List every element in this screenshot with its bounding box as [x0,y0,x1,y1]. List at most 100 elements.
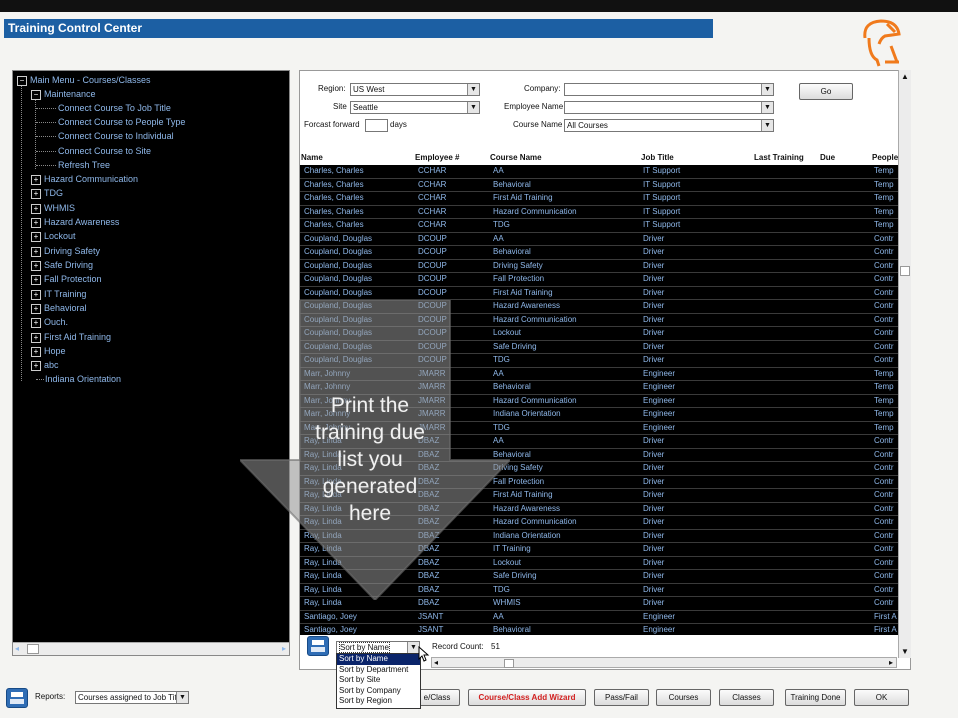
expand-icon[interactable]: + [31,174,41,185]
sort-options-list[interactable]: Sort by Name Sort by Department Sort by … [336,653,421,709]
tree-item-tdg[interactable]: + TDG [31,186,63,200]
chevron-down-icon[interactable]: ▼ [467,84,479,95]
reports-print-icon[interactable] [6,688,28,708]
sort-option-name[interactable]: Sort by Name [337,654,420,665]
tree-item-whmis[interactable]: + WHMIS [31,201,75,215]
sort-option-company[interactable]: Sort by Company [337,686,420,697]
tree-item-it-training[interactable]: + IT Training [31,287,86,301]
scroll-right-icon[interactable]: ▸ [282,644,286,653]
table-row[interactable]: Coupland, Douglas DCOUP TDG Driver Contr [300,354,898,368]
tree-item-indiana-orientation[interactable]: Indiana Orientation [45,372,121,386]
expand-icon[interactable]: + [31,203,41,214]
expand-icon[interactable]: + [31,231,41,242]
tree-root[interactable]: − Main Menu - Courses/Classes [17,73,151,87]
table-row[interactable]: Coupland, Douglas DCOUP Fall Protection Dri… [300,273,898,287]
tree-item-abc[interactable]: + abc [31,358,59,372]
table-row[interactable]: Ray, Linda DBAZ Safe Driving Driver Contr [300,570,898,584]
chevron-down-icon[interactable]: ▼ [176,692,188,703]
expand-icon[interactable]: + [31,346,41,357]
table-row[interactable]: Santiago, Joey JSANT AA Engineer First A [300,611,898,624]
scroll-up-icon[interactable]: ▲ [901,72,909,81]
reports-select[interactable]: Courses assigned to Job Title ▼ [75,691,189,704]
collapse-icon[interactable]: − [31,89,41,100]
tree-item-hazard-communication[interactable]: + Hazard Communication [31,172,138,186]
course-class-add-wizard-button[interactable]: Course/Class Add Wizard [468,689,586,706]
table-row[interactable]: Ray, Linda DBAZ Driving Safety Driver Contr [300,462,898,476]
table-row[interactable]: Coupland, Douglas DCOUP Hazard Awareness Dr… [300,300,898,314]
training-due-grid[interactable]: Charles, Charles CCHAR AA IT Support Temp Cha… [300,165,898,635]
table-row[interactable]: Coupland, Douglas DCOUP Hazard Communicati… [300,314,898,327]
tree-item-lockout[interactable]: + Lockout [31,229,76,243]
table-row[interactable]: Coupland, Douglas DCOUP AA Driver Contr [300,233,898,246]
site-select[interactable]: Seattle ▼ [350,101,480,114]
table-row[interactable]: Ray, Linda DBAZ Indiana Orientation Driver C… [300,530,898,543]
forecast-days-input[interactable] [365,119,388,132]
collapse-icon[interactable]: − [17,75,27,86]
tree-item-maintenance[interactable]: − Maintenance [31,87,96,101]
expand-icon[interactable]: + [31,217,41,228]
company-select[interactable]: ▼ [564,83,774,96]
table-row[interactable]: Charles, Charles CCHAR AA IT Support Temp [300,165,898,179]
print-icon[interactable] [307,636,329,656]
employee-name-select[interactable]: ▼ [564,101,774,114]
table-row[interactable]: Coupland, Douglas DCOUP Behavioral Driver Co… [300,246,898,260]
col-course-name[interactable]: Course Name [490,153,542,162]
table-row[interactable]: Marr, Johnny JMARR Behavioral Engineer Temp [300,381,898,395]
expand-icon[interactable]: + [31,360,41,371]
expand-icon[interactable]: + [31,303,41,314]
table-row[interactable]: Coupland, Douglas DCOUP Driving Safety Driv… [300,260,898,273]
scroll-down-icon[interactable]: ▼ [901,647,909,656]
table-row[interactable]: Charles, Charles CCHAR TDG IT Support Temp [300,219,898,233]
col-job-title[interactable]: Job Title [641,153,674,162]
tree-item-connect-course-site[interactable]: Connect Course to Site [58,144,151,158]
tree-item-behavioral[interactable]: + Behavioral [31,301,87,315]
chevron-down-icon[interactable]: ▼ [761,84,773,95]
expand-icon[interactable]: + [31,260,41,271]
sort-option-region[interactable]: Sort by Region [337,696,420,707]
table-row[interactable]: Ray, Linda DBAZ Hazard Communication Driver… [300,516,898,530]
tree-item-refresh-tree[interactable]: Refresh Tree [58,158,110,172]
tree-item-connect-course-individual[interactable]: Connect Course to Individual [58,129,174,143]
ok-button[interactable]: OK [854,689,909,706]
tree-item-connect-course-people-type[interactable]: Connect Course to People Type [58,115,185,129]
table-row[interactable]: Ray, Linda DBAZ WHMIS Driver Contr [300,597,898,611]
courses-button[interactable]: Courses [656,689,711,706]
table-row[interactable]: Marr, Johnny JMARR AA Engineer Temp [300,368,898,381]
col-people[interactable]: People [872,153,898,162]
tree-item-ouch[interactable]: + Ouch. [31,315,68,329]
table-row[interactable]: Santiago, Joey JSANT Behavioral Engineer Fir… [300,624,898,635]
table-row[interactable]: Ray, Linda DBAZ Fall Protection Driver Contr [300,476,898,489]
table-row[interactable]: Ray, Linda DBAZ AA Driver Contr [300,435,898,449]
scroll-right-icon[interactable]: ▸ [889,658,893,667]
scroll-thumb[interactable] [900,266,910,276]
tree-item-driving-safety[interactable]: + Driving Safety [31,244,100,258]
expand-icon[interactable]: + [31,188,41,199]
expand-icon[interactable]: + [31,317,41,328]
col-due[interactable]: Due [820,153,835,162]
scroll-left-icon[interactable]: ◂ [434,658,438,667]
tree-horizontal-scrollbar[interactable]: ◂ ▸ [13,642,289,655]
chevron-down-icon[interactable]: ▼ [467,102,479,113]
scroll-thumb[interactable] [27,644,39,654]
table-row[interactable]: Ray, Linda DBAZ Hazard Awareness Driver Cont… [300,503,898,516]
table-row[interactable]: Marr, Johnny JMARR TDG Engineer Temp [300,422,898,435]
tree-item-hope[interactable]: + Hope [31,344,66,358]
table-row[interactable]: Coupland, Douglas DCOUP Safe Driving Driver… [300,341,898,354]
tree-item-fall-protection[interactable]: + Fall Protection [31,272,102,286]
table-row[interactable]: Charles, Charles CCHAR Behavioral IT Suppor… [300,179,898,192]
chevron-down-icon[interactable]: ▼ [761,102,773,113]
sort-option-site[interactable]: Sort by Site [337,675,420,686]
tree-item-connect-course-job-title[interactable]: Connect Course To Job Title [58,101,171,115]
table-row[interactable]: Ray, Linda DBAZ IT Training Driver Contr [300,543,898,557]
expand-icon[interactable]: + [31,246,41,257]
table-row[interactable]: Ray, Linda DBAZ Behavioral Driver Contr [300,449,898,462]
chevron-down-icon[interactable]: ▼ [761,120,773,131]
region-select[interactable]: US West ▼ [350,83,480,96]
table-row[interactable]: Charles, Charles CCHAR Hazard Communicatio… [300,206,898,219]
table-row[interactable]: Coupland, Douglas DCOUP Lockout Driver Contr [300,327,898,341]
tree-item-safe-driving[interactable]: + Safe Driving [31,258,93,272]
scroll-thumb[interactable] [504,659,514,668]
training-done-button[interactable]: Training Done [785,689,846,706]
expand-icon[interactable]: + [31,289,41,300]
col-last-training[interactable]: Last Training [754,153,804,162]
